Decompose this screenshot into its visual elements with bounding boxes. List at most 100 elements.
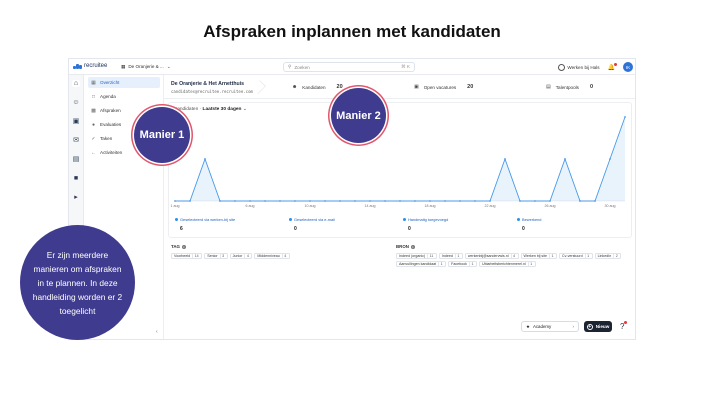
legend-item[interactable]: Geselecteerd via werken-bij site 6 [175,217,235,232]
tag-chip[interactable]: Senior 3 [204,253,228,259]
subnav-item-overzicht[interactable]: ▦ Overzicht [88,77,160,88]
x-tick-label: 26 aug [545,204,556,208]
data-point [609,158,611,160]
data-point [294,200,296,202]
chart-legend: Geselecteerd via werken-bij site 6 Gesel… [169,215,633,239]
academy-select[interactable]: ★ Academy › [521,321,579,332]
info-icon[interactable]: i [181,244,186,249]
source-chip-count: 1 [454,254,461,258]
source-chip-count: 1 [584,254,591,258]
new-button[interactable]: + Nieuw [584,321,612,332]
data-point [579,200,581,202]
data-point [504,158,506,160]
calendar-icon: □ [91,93,96,100]
source-chip-label: Ubiarbeitsberichtenmerel.nl [481,262,526,266]
subnav-label: Activiteiten [100,150,123,155]
source-chip-count: 1 [549,254,555,258]
tag-chip-count: 14 [192,254,200,258]
tag-title: TAG [171,244,180,249]
main-content: De Oranjerie & Het Arnetthuis candidates… [164,75,635,339]
collapse-sidebar-icon[interactable]: ‹ [156,329,158,335]
legend-item[interactable]: Handmatig toegevoegd 0 [403,217,448,232]
legend-item[interactable]: Geselecteerd via e-mail 0 [289,217,335,232]
tag-chip[interactable]: Junior 4 [229,253,253,259]
search-input[interactable]: ⚲ Zoeken ⌘ K [283,62,415,72]
reports-icon[interactable]: ▤ [72,156,80,163]
data-point [399,200,401,202]
stat-kandidaten[interactable]: ☻ Kandidaten 20 [292,84,343,90]
legend-label: Handmatig toegevoegd [408,217,449,222]
stat-open-vacatures[interactable]: ▣ Open vacatures 20 [414,84,473,90]
stat-label: Open vacatures [423,84,457,90]
tag-chip[interactable]: Middenniveau 4 [254,253,290,259]
subnav-label: Afspraken [100,108,121,113]
stat-talentpools[interactable]: ▤ Talentpools 0 [546,84,593,90]
careers-site-label: Werken bij Hals [567,64,600,70]
company-email: candidates@recruitee.recruitee.com [171,89,253,94]
company-switcher[interactable]: ▦ De Oranjerie & ... ⌄ [121,64,171,70]
home-icon[interactable]: ⌂ [72,80,80,87]
info-icon[interactable]: i [410,244,415,249]
source-chip[interactable]: Indeed 1 [438,253,463,259]
careers-site-link[interactable]: Werken bij Hals [558,63,600,71]
source-chips: Indeed (organic) 11 Indeed 1 werkenbij@sande… [396,253,626,267]
source-chip[interactable]: werkenbij@sandervwls.nl 4 [464,253,519,259]
academy-icon: ★ [526,323,530,329]
folder-icon[interactable]: ■ [72,175,80,182]
subnav-item-agenda[interactable]: □ Agenda [88,91,160,102]
briefcase-icon: ▣ [414,84,419,90]
source-chip-label: Facebook [451,262,467,266]
topbar: recruitee ▦ De Oranjerie & ... ⌄ ⚲ Zoeke… [69,59,635,75]
data-point [189,200,191,202]
legend-item[interactable]: Bewerkend 0 [517,217,541,232]
building-icon: ▦ [121,64,126,69]
plus-icon: + [586,323,593,330]
source-chip-count: 4 [510,254,517,258]
series-area [175,117,625,201]
company-name: De Oranjerie & Het Arnetthuis [171,81,245,87]
search-icon: ⚲ [288,64,292,69]
source-chip-count: 1 [468,262,475,266]
source-chip[interactable]: Facebook 1 [448,261,477,267]
data-point [624,116,626,118]
data-point [279,200,281,202]
search-placeholder: Zoeken [294,64,310,70]
data-point [384,200,386,202]
grid-icon: ▦ [91,79,96,86]
source-chip[interactable]: Cv-verstuurd 1 [559,253,593,259]
recruitee-logo[interactable]: recruitee [73,63,107,69]
chart-range: Laatste 30 dagen [202,107,242,112]
source-chip[interactable]: Ubiarbeitsberichtenmerel.nl 1 [478,261,536,267]
megaphone-icon[interactable]: ▸ [72,194,80,201]
chart-header[interactable]: Kandidaten · Laatste 30 dagen ⌄ [174,107,247,112]
source-chip-label: Indeed [441,254,453,258]
source-chip[interactable]: Indeed (organic) 11 [396,253,437,259]
briefcase-icon[interactable]: ▣ [72,118,80,125]
candidates-chart-card: Kandidaten · Laatste 30 dagen ⌄ 1 aug 6 a… [168,102,632,238]
subnav-label: Evaluaties [100,122,122,127]
tag-chip-count: 3 [219,254,226,258]
source-chip-label: Werken bij site [523,254,548,258]
tag-chip-count: 4 [244,254,250,258]
mail-icon[interactable]: ✉ [72,137,80,144]
people-icon[interactable]: ☺ [72,99,80,106]
data-point [564,158,566,160]
source-chip[interactable]: Werken bij site 1 [520,253,558,259]
tag-chips: Voorbeeld 14 Senior 3 Junior 4 Middenniveau 4 [171,253,371,259]
x-tick-label: 14 aug [365,204,376,208]
source-chip-label: LinkedIn [597,254,612,258]
data-point [339,200,341,202]
avatar[interactable]: IK [623,62,633,72]
data-point [264,200,266,202]
search-shortcut: ⌘ K [401,64,410,69]
data-point [369,200,371,202]
source-chip[interactable]: LinkedIn 2 [594,253,622,259]
notification-bell-icon[interactable]: 🔔 [608,62,617,71]
tag-chip[interactable]: Voorbeeld 14 [171,253,203,259]
data-point [459,200,461,202]
source-chip-count: 2 [613,254,619,258]
help-button[interactable]: ? [620,321,628,331]
source-chip-count: 1 [438,262,444,266]
source-chip[interactable]: Aanvullingen kandidaat 1 [396,261,447,267]
legend-label: Geselecteerd via werken-bij site [180,217,236,222]
